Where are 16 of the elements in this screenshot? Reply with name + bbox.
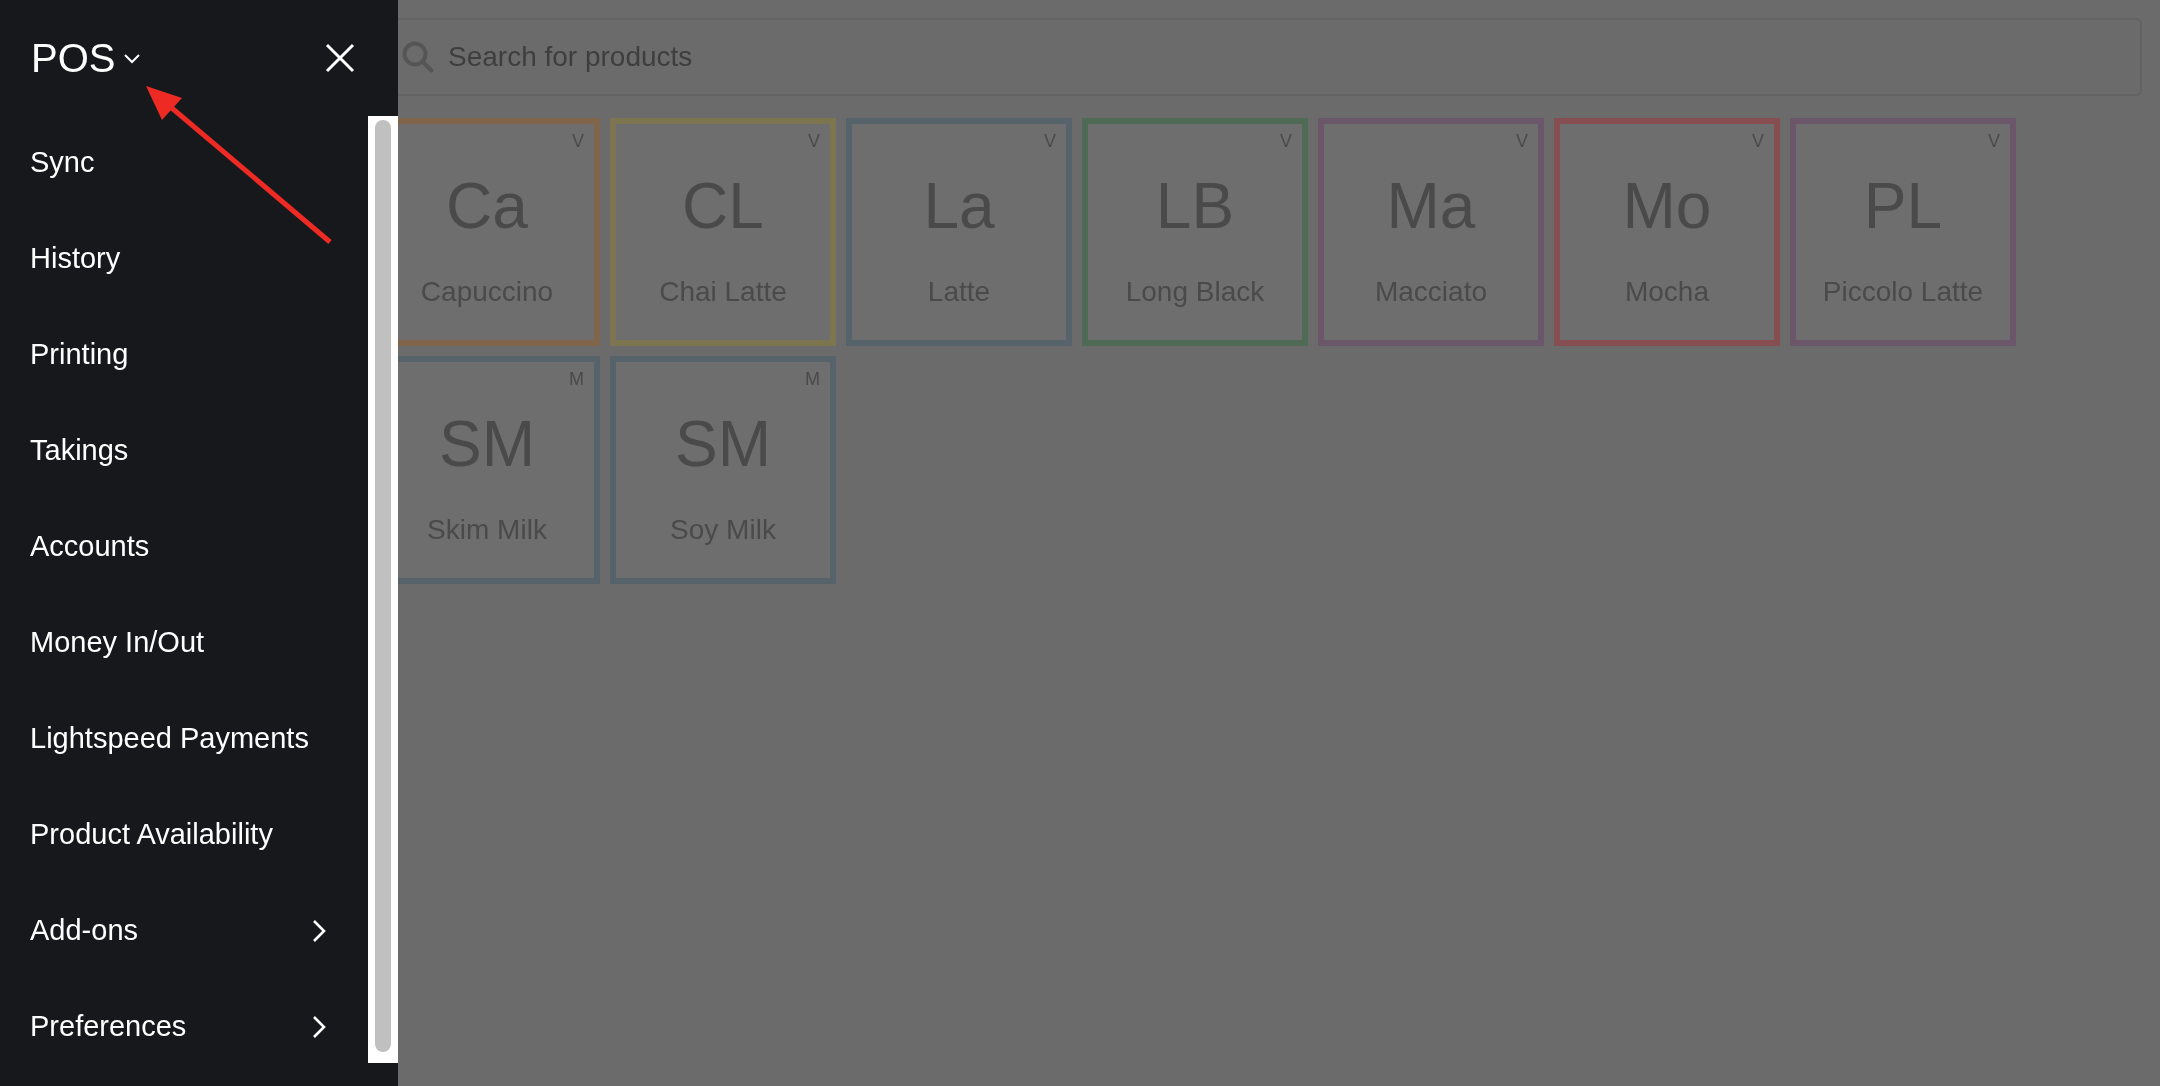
- scrollbar-thumb[interactable]: [375, 120, 391, 1052]
- menu-item[interactable]: Lightspeed Payments: [0, 691, 368, 787]
- chevron-right-icon: [312, 919, 326, 943]
- menu-item[interactable]: Printing: [0, 307, 368, 403]
- menu-item[interactable]: Sync: [0, 115, 368, 211]
- menu-item[interactable]: Add-ons: [0, 883, 368, 979]
- chevron-right-icon: [312, 1015, 326, 1039]
- menu-title-dropdown[interactable]: POS: [31, 27, 142, 88]
- menu-item[interactable]: History: [0, 211, 368, 307]
- menu-item[interactable]: Preferences: [0, 979, 368, 1075]
- menu-item[interactable]: Accounts: [0, 499, 368, 595]
- menu-item[interactable]: Takings: [0, 403, 368, 499]
- menu-item[interactable]: Product Availability: [0, 787, 368, 883]
- menu-item[interactable]: Money In/Out: [0, 595, 368, 691]
- close-icon: [324, 41, 356, 74]
- chevron-down-icon: [123, 51, 142, 64]
